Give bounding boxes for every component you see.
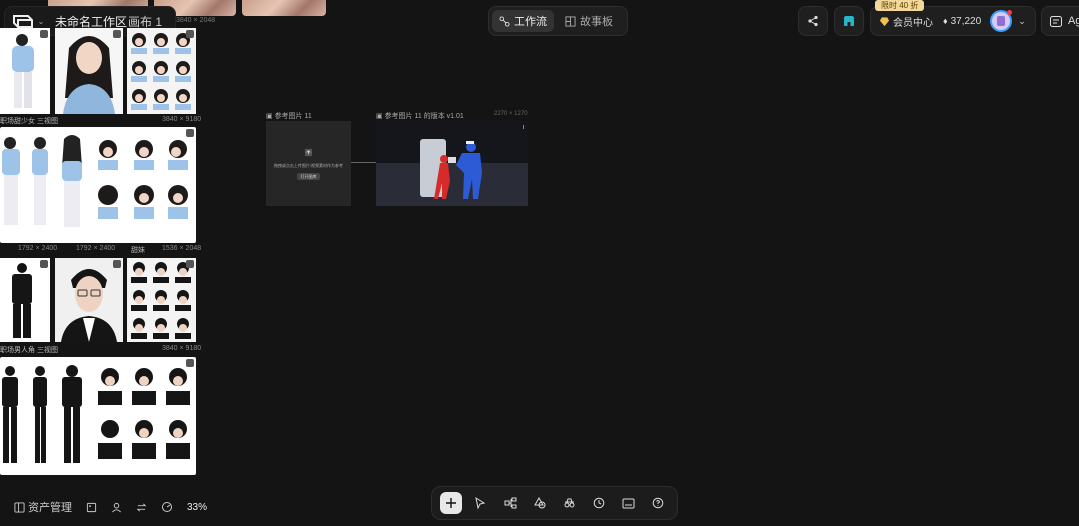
tab-workflow-label: 工作流 [514,16,547,28]
asset-girl-sheet[interactable] [0,127,196,243]
image-node-icon: ▣ [266,113,275,120]
select-tool[interactable] [469,492,491,514]
corner-icon [40,30,48,38]
workflow-tool[interactable] [499,492,521,514]
corner-icon [186,129,194,137]
node-connector [351,162,377,163]
plus-icon [445,498,456,508]
asset-man-fullbody[interactable] [0,258,50,342]
asset-man-portrait[interactable] [55,258,123,342]
image-icon[interactable] [86,502,97,513]
store-button[interactable] [834,6,864,36]
asset-size: 1792 × 2400 [76,245,116,252]
asset-size: 1792 × 2400 [18,245,58,252]
man-fullbody-image [12,263,32,338]
help-button[interactable] [647,492,669,514]
asset-caption: 职场男人角 三视图 [0,347,58,354]
asset-size: 3840 × 9180 [162,345,202,352]
asset-manage-label: 资产管理 [28,502,72,514]
corner-icon [186,30,194,38]
bottom-left-controls: 资产管理 33% [14,497,207,517]
girl-fullbody-image [12,34,34,108]
man-portrait-image [61,269,117,342]
upload-hint: 拖拽或点击上传图片/视频素材作为参考 [273,163,344,168]
agent-label: Ag [1068,15,1079,27]
help-icon [652,497,664,509]
character-tool[interactable] [558,492,580,514]
girl-turnaround-sheet-image [2,135,188,227]
agent-icon [1050,15,1062,27]
corner-icon [186,359,194,367]
corner-icon [186,260,194,268]
workflow-icon [499,15,510,27]
asset-size: 3840 × 9180 [162,116,202,123]
upload-node[interactable]: 拖拽或点击上传图片/视频素材作为参考 打开图库 [266,121,351,206]
bottom-toolbar [431,486,678,520]
add-button[interactable] [439,492,462,514]
share-button[interactable] [798,6,828,36]
asset-man-grid[interactable] [127,258,196,342]
asset-girl-fullbody[interactable] [0,28,50,114]
shapes-tool[interactable] [529,492,551,514]
asset-panel: 职场甜少女 三视图 3840 × 9180 1792 × 2400 1792 ×… [0,0,201,478]
image-strip-3 [242,0,326,16]
chevron-down-icon[interactable]: ⌄ [1018,16,1026,27]
zoom-level[interactable]: 33% [187,502,207,513]
node2-size: 2270 × 1270 [494,111,528,117]
image-node-icon: ▣ [376,113,385,120]
store-icon [843,16,855,26]
image-preview-node[interactable] [376,121,528,206]
man-expression-grid-image [131,262,191,339]
caption-icon [622,498,635,508]
asset-girl-grid[interactable] [127,28,196,114]
avatar[interactable] [990,10,1013,32]
asset-manage-button[interactable]: 资产管理 [14,499,72,515]
node1-title-text: 参考图片 11 [274,113,312,120]
corner-icon [113,30,121,38]
member-center-link[interactable]: 会员中心 [879,14,933,29]
subtitle-tool[interactable] [618,492,640,514]
3d-figures-render [376,121,528,206]
node2-title: ▣ 参考图片 11 的版本 v1.01 [376,111,464,121]
credits[interactable]: ♦ 37,220 [943,16,981,27]
upload-icon [304,148,313,157]
heart-diamond-icon [879,16,890,26]
girl-expression-grid-image [131,33,191,110]
asset-caption: 甜妹 [131,247,145,254]
promo-badge: 限时 40 折 [875,0,925,11]
agent-button[interactable]: Ag [1041,6,1079,36]
girl-portrait-image [63,36,115,114]
asset-girl-portrait[interactable] [55,28,123,114]
panel-icon [14,501,25,513]
asset-caption: 职场甜少女 三视图 [0,118,58,125]
corner-icon [40,260,48,268]
credit-icon: ♦ [943,16,948,26]
clock-icon [593,497,605,509]
tab-storyboard-label: 故事板 [580,16,613,28]
node2-title-text: 参考图片 11 的版本 v1.01 [384,113,464,120]
notification-dot [1007,10,1013,15]
swap-icon[interactable] [136,502,147,513]
open-gallery-button[interactable]: 打开图库 [297,173,320,180]
nodes-icon [504,497,517,509]
man-turnaround-sheet-image [2,365,190,463]
corner-icon [113,260,121,268]
credits-value: 37,220 [950,15,982,27]
gauge-icon[interactable] [161,501,173,513]
tab-storyboard[interactable]: 故事板 [558,10,620,32]
share-icon [808,15,818,27]
tab-workflow[interactable]: 工作流 [492,10,554,32]
avatar-image [997,16,1006,26]
asset-man-sheet[interactable] [0,357,196,475]
member-center-label: 会员中心 [893,17,933,29]
person-icon[interactable] [111,502,122,513]
view-tabs: 工作流 故事板 [488,6,628,36]
glasses-icon [564,498,575,508]
cursor-icon [475,497,486,509]
node1-title: ▣ 参考图片 11 [266,111,312,121]
shapes-icon [533,497,546,509]
history-tool[interactable] [588,492,610,514]
asset-size: 1536 × 2048 [162,245,202,252]
storyboard-icon [565,15,576,27]
